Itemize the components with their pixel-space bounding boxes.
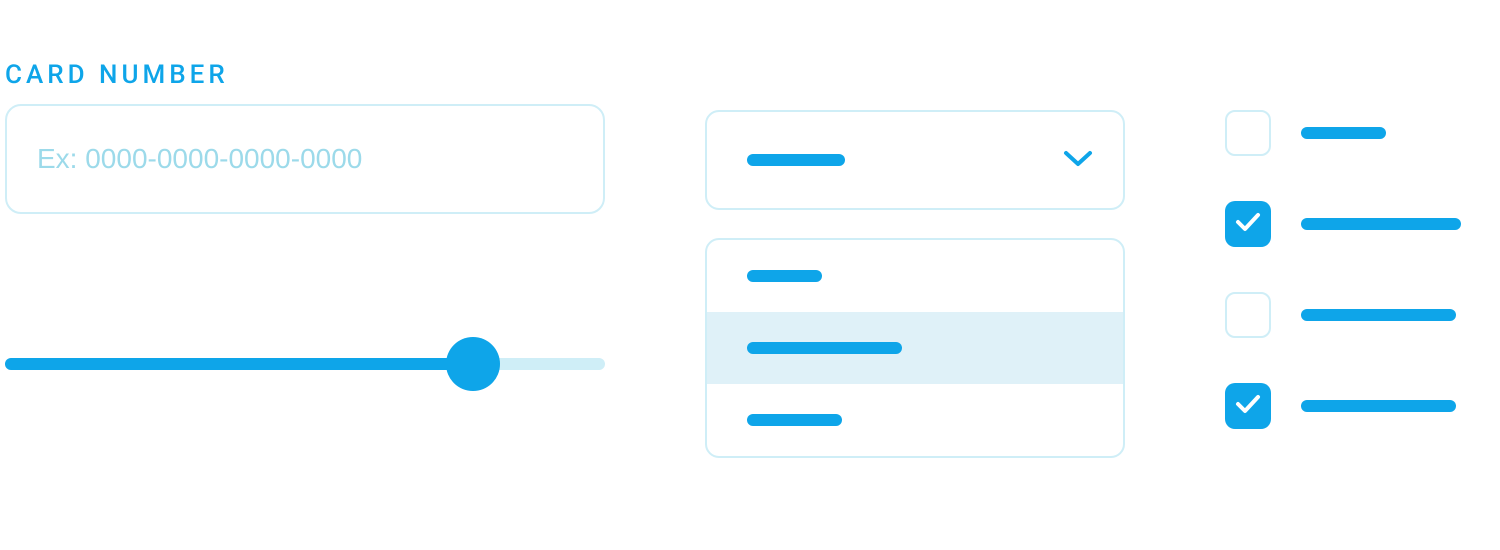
checkbox[interactable] — [1225, 201, 1271, 247]
checkbox-label — [1301, 309, 1456, 321]
checkbox-row — [1225, 383, 1485, 429]
checkbox-row — [1225, 201, 1485, 247]
check-icon — [1235, 394, 1261, 418]
dropdown-option[interactable] — [707, 384, 1123, 456]
dropdown-option-label — [747, 414, 842, 426]
dropdown-list — [705, 238, 1125, 458]
checkbox-row — [1225, 110, 1485, 156]
dropdown-option-label — [747, 342, 902, 354]
checkbox-label — [1301, 400, 1456, 412]
card-number-label: CARD NUMBER — [5, 60, 605, 90]
range-slider[interactable] — [5, 334, 605, 394]
checkbox-label — [1301, 127, 1386, 139]
checkbox-row — [1225, 292, 1485, 338]
dropdown-option-label — [747, 270, 822, 282]
dropdown-selected-value — [747, 154, 845, 166]
slider-fill — [5, 358, 473, 370]
dropdown-option[interactable] — [707, 312, 1123, 384]
check-icon — [1235, 212, 1261, 236]
chevron-down-icon — [1063, 148, 1093, 172]
dropdown-select[interactable] — [705, 110, 1125, 210]
card-number-input[interactable] — [5, 104, 605, 214]
checkbox[interactable] — [1225, 292, 1271, 338]
slider-thumb[interactable] — [446, 337, 500, 391]
checkbox-label — [1301, 218, 1461, 230]
checkbox[interactable] — [1225, 110, 1271, 156]
checkbox[interactable] — [1225, 383, 1271, 429]
dropdown-option[interactable] — [707, 240, 1123, 312]
